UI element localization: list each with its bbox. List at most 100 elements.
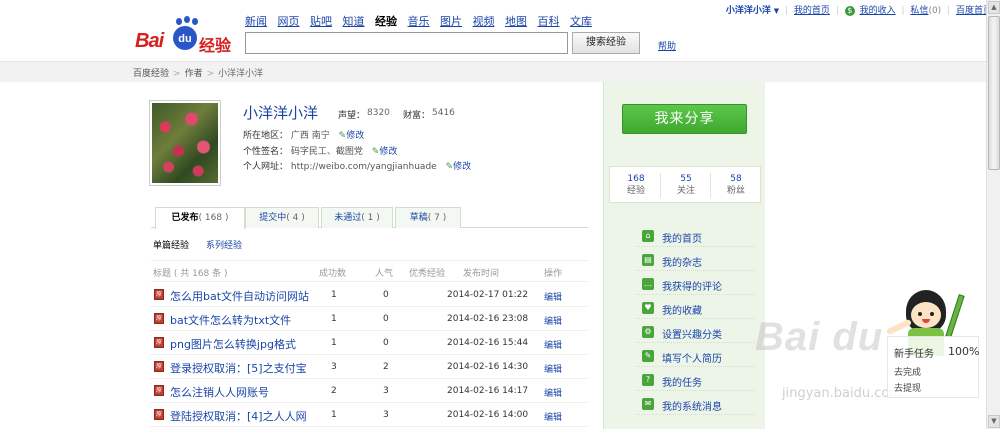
edit-article-link[interactable]: 编辑 [544,410,562,423]
paw-icon [192,18,198,25]
reputation-label: 声望： [338,111,366,121]
article-title-link[interactable]: 怎么注销人人网账号 [170,384,269,400]
count-fans[interactable]: 58 粉丝 [716,173,756,197]
nav-item-jingyan[interactable]: 经验 [375,15,397,28]
article-title-link[interactable]: png图片怎么转换jpg格式 [170,336,296,352]
widget-complete-link[interactable]: 去完成 [894,365,921,378]
sidebar-item-favorites[interactable]: ♥ 我的收藏 [636,299,756,319]
publish-date: 2014-02-16 14:30 [447,362,529,372]
count-label: 经验 [626,186,645,196]
nav-item-zhidao[interactable]: 知道 [343,15,365,28]
messages-link[interactable]: 私信 [910,6,928,16]
product-nav: 新闻 网页 贴吧 知道 经验 音乐 图片 视频 地图 百科 文库 [245,13,599,29]
article-title-link[interactable]: bat文件怎么转为txt文件 [170,312,291,328]
help-link[interactable]: 帮助 [658,39,676,52]
breadcrumb-bar: 百度经验 > 作者 > 小洋洋小洋 [0,61,1000,82]
edit-article-link[interactable]: 编辑 [544,338,562,351]
tab-count: ( 4 ) [286,213,305,223]
edit-article-link[interactable]: 编辑 [544,314,562,327]
settings-icon: ⚙ [642,326,654,338]
sidebar-item-tasks[interactable]: ? 我的任务 [636,371,756,391]
edit-label: 修改 [346,131,365,141]
nav-item-video[interactable]: 视频 [473,15,495,28]
scroll-up-arrow-icon[interactable]: ▲ [988,1,1000,14]
edit-article-link[interactable]: 编辑 [544,386,562,399]
search-button[interactable]: 搜索经验 [572,32,640,54]
search-input[interactable] [245,32,568,54]
mascot-face [911,302,941,328]
tab-label: 提交中 [259,213,287,223]
sidebar-item-resume[interactable]: ✎ 填写个人简历 [636,347,756,367]
baidu-jingyan-logo[interactable]: Bai du 经验 [135,16,235,55]
reputation-value: 8320 [367,108,390,118]
nav-item-news[interactable]: 新闻 [245,15,267,28]
edit-label: 修改 [453,162,472,172]
tab-drafts[interactable]: 草稿( 7 ) [395,207,461,228]
col-excellent: 优秀经验 [409,269,446,279]
nav-item-map[interactable]: 地图 [505,15,527,28]
nav-item-images[interactable]: 图片 [440,15,462,28]
favorite-icon: ♥ [642,302,654,314]
success-count: 1 [331,290,337,300]
breadcrumb-item-jingyan[interactable]: 百度经验 [133,69,169,79]
count-experience[interactable]: 168 经验 [616,173,656,197]
edit-signature-link[interactable]: ✎修改 [372,147,398,157]
publish-date: 2014-02-16 15:44 [447,338,529,348]
logo-text-jingyan: 经验 [199,36,232,55]
url-row: 个人网址： http://weibo.com/yangjianhuade ✎修改 [243,159,471,172]
share-button[interactable]: 我来分享 [622,104,747,134]
profile-main: 小洋洋小洋 声望： 8320 财富： 5416 所在地区： 广西 南宁 ✎修改 … [133,82,603,429]
my-income-link[interactable]: 我的收入 [860,6,896,16]
sidebar-item-comments[interactable]: … 我获得的评论 [636,275,756,295]
username-menu[interactable]: 小洋洋小洋 [726,6,771,16]
chevron-down-icon[interactable]: ▼ [774,7,779,15]
nav-item-music[interactable]: 音乐 [408,15,430,28]
tab-submitting[interactable]: 提交中( 4 ) [245,207,319,228]
sidebar-item-messages[interactable]: ✉ 我的系统消息 [636,395,756,415]
scroll-down-arrow-icon[interactable]: ▼ [988,415,1000,428]
profile-name[interactable]: 小洋洋小洋 [243,102,318,123]
scroll-thumb[interactable] [988,16,1000,170]
signature-row: 个性签名： 码字民工、截图党 ✎修改 [243,144,397,157]
subtab-series[interactable]: 系列经验 [206,238,242,251]
count-following[interactable]: 55 关注 [666,173,706,197]
my-home-link[interactable]: 我的首页 [794,6,830,16]
count-value: 168 [627,174,645,184]
article-title-link[interactable]: 怎么用bat文件自动访问网站 [170,288,309,304]
divider [710,173,711,198]
subtab-single[interactable]: 单篇经验 [153,238,189,251]
tab-rejected[interactable]: 未通过( 1 ) [321,207,393,228]
signature-label: 个性签名： [243,147,289,157]
tab-published[interactable]: 已发布( 168 ) [155,207,245,229]
region-row: 所在地区： 广西 南宁 ✎修改 [243,128,364,141]
table-row: 原 登陆授权取消：[4]之人人网 1 3 2014-02-16 14:00 编辑 [151,403,588,427]
avatar[interactable] [149,100,221,186]
widget-withdraw-link[interactable]: 去提现 [894,381,921,394]
nav-item-web[interactable]: 网页 [278,15,300,28]
article-title-link[interactable]: 登陆授权取消：[4]之人人网 [170,408,307,424]
vertical-scrollbar[interactable]: ▲ ▼ [986,0,1000,429]
user-counts: 168 经验 55 关注 58 粉丝 [609,166,761,203]
user-bar: 小洋洋小洋 ▼ | 我的首页 | $ 我的收入 | 私信(0) | 百度首页 [726,3,992,16]
url-label: 个人网址： [243,162,289,172]
breadcrumb: 百度经验 > 作者 > 小洋洋小洋 [133,66,263,79]
article-title-link[interactable]: 登录授权取消：[5]之支付宝 [170,360,307,376]
sidebar-item-home[interactable]: ⌂ 我的首页 [636,227,756,247]
messages-count: (0) [928,6,942,16]
region-label: 所在地区： [243,131,289,141]
col-title: 标题 ( 共 168 条 ) [153,269,228,279]
edit-url-link[interactable]: ✎修改 [446,162,472,172]
success-count: 1 [331,314,337,324]
nav-item-wenku[interactable]: 文库 [570,15,592,28]
nav-item-tieba[interactable]: 贴吧 [310,15,332,28]
table-row: 原 png图片怎么转换jpg格式 1 0 2014-02-16 15:44 编辑 [151,331,588,355]
nav-item-baike[interactable]: 百科 [538,15,560,28]
edit-article-link[interactable]: 编辑 [544,362,562,375]
sidebar-item-interests[interactable]: ⚙ 设置兴趣分类 [636,323,756,343]
breadcrumb-item-author[interactable]: 作者 [185,69,203,79]
edit-article-link[interactable]: 编辑 [544,290,562,303]
sidebar-item-label: 设置兴趣分类 [662,330,722,341]
sidebar-item-magazine[interactable]: ▤ 我的杂志 [636,251,756,271]
edit-region-link[interactable]: ✎修改 [339,131,365,141]
document-icon: 原 [154,289,164,300]
